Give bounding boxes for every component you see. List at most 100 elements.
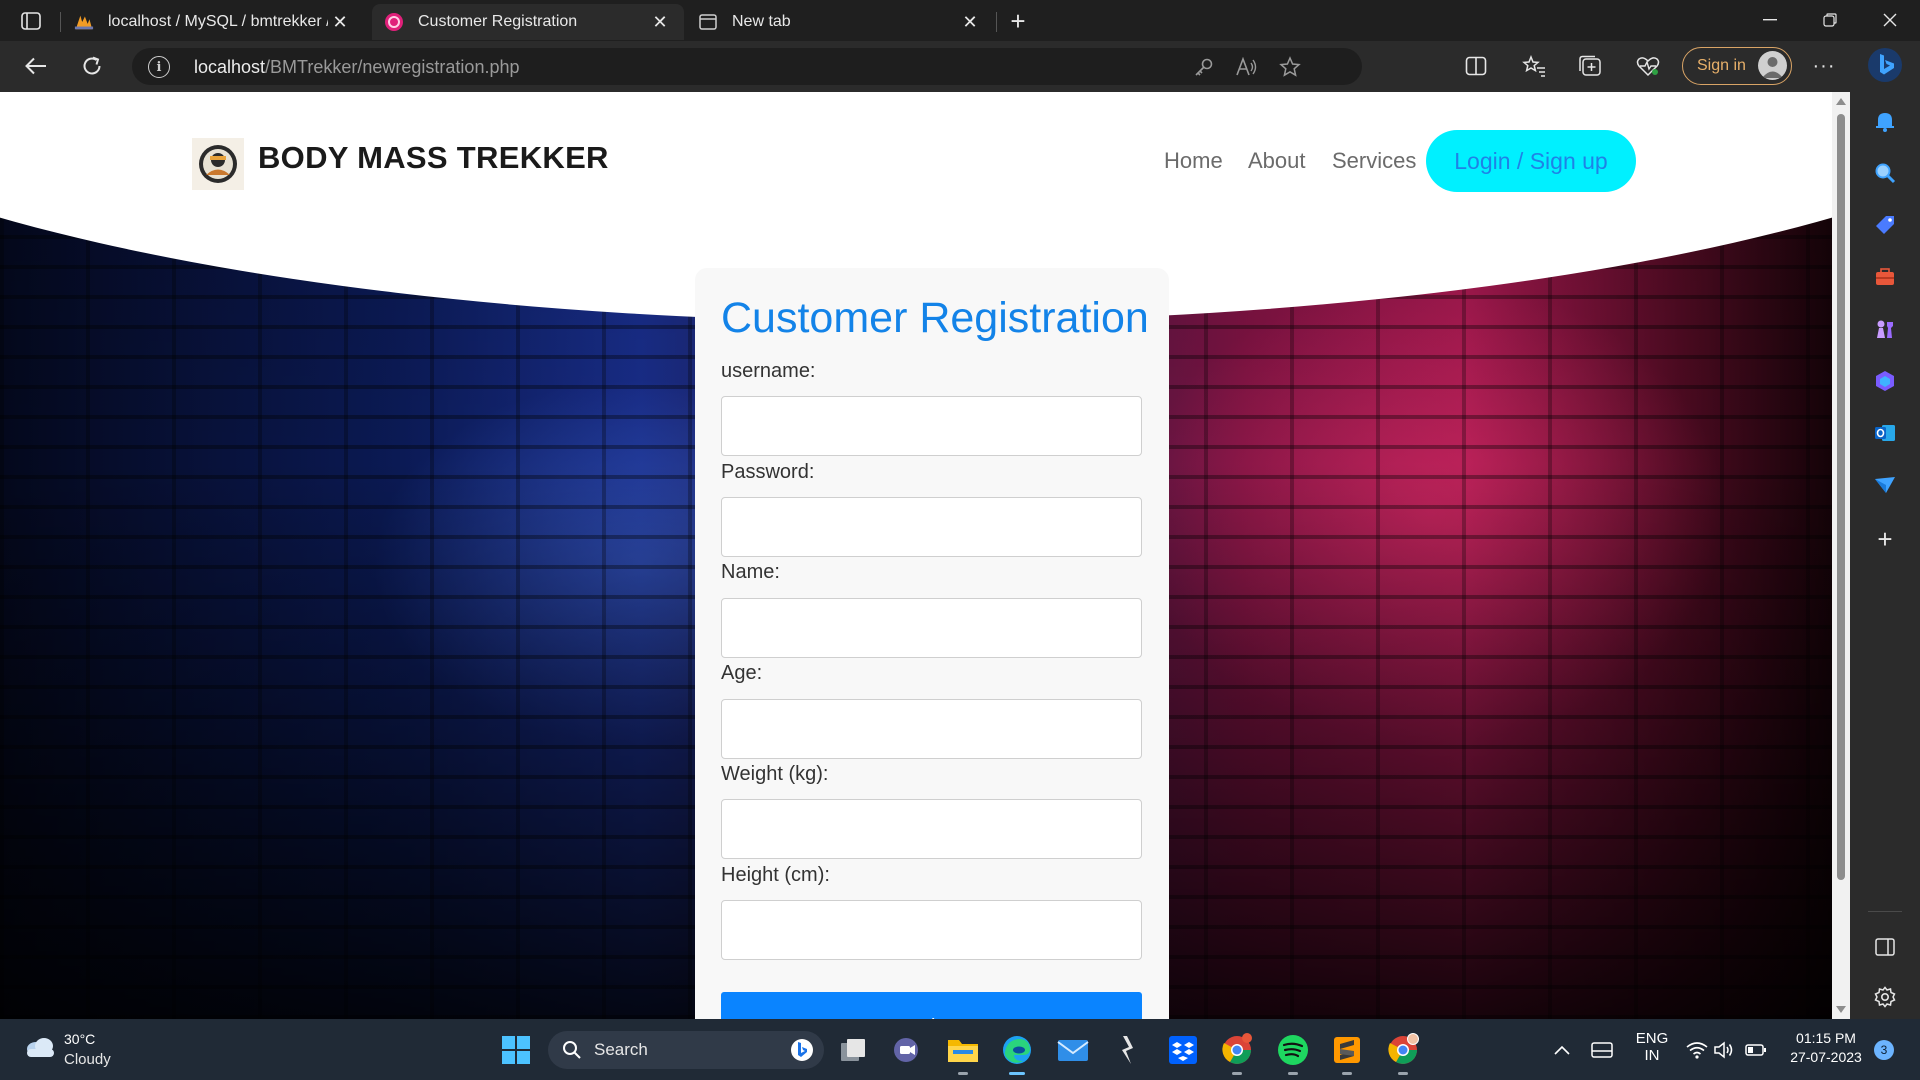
region-code: IN (1644, 1047, 1660, 1064)
back-arrow-icon[interactable] (18, 49, 54, 83)
drop-send-icon[interactable] (1867, 467, 1903, 503)
close-icon[interactable]: ✕ (648, 10, 672, 34)
battery-icon[interactable] (1744, 1038, 1768, 1062)
name-input[interactable] (721, 598, 1142, 658)
dropbox-icon[interactable] (1164, 1031, 1202, 1069)
password-input[interactable] (721, 497, 1142, 557)
url-text[interactable]: localhost/BMTrekker/newregistration.php (194, 57, 519, 78)
microsoft-365-icon[interactable] (1867, 363, 1903, 399)
tab-new-tab[interactable]: New tab ✕ (686, 4, 994, 40)
volume-icon[interactable] (1712, 1038, 1736, 1062)
bing-copilot-icon[interactable] (1867, 47, 1903, 83)
new-tab-page-icon (698, 12, 718, 32)
scroll-down-arrow-icon[interactable] (1836, 1006, 1846, 1013)
close-icon[interactable]: ✕ (328, 10, 352, 34)
url-host: localhost (194, 57, 266, 77)
notifications-bell-icon[interactable] (1867, 103, 1903, 139)
tab-label: localhost / MySQL / bmtrekker / (108, 13, 328, 30)
shopping-tag-icon[interactable] (1867, 207, 1903, 243)
teams-chat-icon[interactable] (888, 1031, 926, 1069)
collections-icon[interactable] (1572, 49, 1608, 83)
height-input[interactable] (721, 900, 1142, 960)
browser-essentials-icon[interactable] (1630, 49, 1666, 83)
url-path: /BMTrekker/newregistration.php (265, 57, 520, 77)
scroll-up-arrow-icon[interactable] (1836, 98, 1846, 105)
running-indicator (1342, 1072, 1352, 1075)
add-sidebar-app-plus-icon[interactable]: + (1867, 521, 1903, 557)
name-label: Name: (721, 561, 780, 583)
edge-browser-icon[interactable] (998, 1031, 1036, 1075)
edge-sidebar: + (1850, 41, 1920, 1019)
mail-icon[interactable] (1054, 1031, 1092, 1069)
task-view-icon[interactable] (834, 1031, 872, 1069)
weight-label: Weight (kg): (721, 763, 829, 785)
lightning-app-icon[interactable] (1108, 1031, 1146, 1069)
tab-separator (60, 12, 61, 32)
system-clock[interactable]: 01:15 PM 27-07-2023 (1780, 1030, 1872, 1065)
hide-sidebar-icon[interactable] (1867, 929, 1903, 965)
nav-about-link[interactable]: About (1248, 148, 1306, 174)
close-icon[interactable]: ✕ (958, 10, 982, 34)
username-label: username: (721, 360, 816, 382)
window-close-icon[interactable] (1860, 0, 1920, 40)
weather-temperature[interactable]: 30°C (64, 1031, 95, 1047)
tab-customer-registration[interactable]: Customer Registration ✕ (372, 4, 684, 40)
touch-keyboard-icon[interactable] (1590, 1038, 1614, 1062)
wifi-icon[interactable] (1685, 1038, 1709, 1062)
tab-strip: localhost / MySQL / bmtrekker / ✕ Custom… (0, 0, 1920, 41)
sign-in-label: Sign in (1697, 57, 1746, 74)
site-logo[interactable] (192, 138, 244, 190)
tools-briefcase-icon[interactable] (1867, 259, 1903, 295)
nav-services-link[interactable]: Services (1332, 148, 1416, 174)
weight-input[interactable] (721, 799, 1142, 859)
tab-separator (996, 12, 997, 32)
split-screen-icon[interactable] (1458, 49, 1494, 83)
chrome-profile-icon[interactable] (1384, 1031, 1422, 1075)
nav-home-link[interactable]: Home (1164, 148, 1223, 174)
registration-form-card: Customer Registration username: Password… (695, 268, 1169, 1019)
read-aloud-icon[interactable] (1234, 55, 1258, 79)
page-scrollbar[interactable] (1832, 92, 1850, 1019)
show-hidden-icons-chevron-icon[interactable] (1550, 1038, 1574, 1062)
key-icon[interactable] (1192, 55, 1216, 79)
notification-count-badge[interactable]: 3 (1874, 1040, 1894, 1060)
language-indicator[interactable]: ENG IN (1634, 1030, 1670, 1064)
cloudy-weather-icon[interactable] (22, 1033, 58, 1063)
favorite-star-icon[interactable] (1278, 55, 1302, 79)
site-info-icon[interactable]: i (148, 56, 170, 78)
age-input[interactable] (721, 699, 1142, 759)
site-favicon-icon (384, 12, 404, 32)
register-button[interactable]: Register (721, 992, 1142, 1019)
outlook-icon[interactable] (1867, 415, 1903, 451)
active-window-indicator (1009, 1072, 1025, 1075)
search-sidebar-icon[interactable] (1867, 155, 1903, 191)
restore-icon[interactable] (1800, 0, 1860, 40)
height-label: Height (cm): (721, 864, 830, 886)
windows-start-icon[interactable] (497, 1031, 535, 1069)
minimize-icon[interactable] (1740, 0, 1800, 40)
tab-phpmyadmin[interactable]: localhost / MySQL / bmtrekker / ✕ (62, 4, 364, 40)
file-explorer-icon[interactable] (944, 1031, 982, 1075)
games-chess-icon[interactable] (1867, 311, 1903, 347)
sublime-text-icon[interactable] (1328, 1031, 1366, 1075)
taskbar-search-box[interactable]: Search (548, 1031, 824, 1069)
refresh-icon[interactable] (74, 49, 110, 83)
weather-description[interactable]: Cloudy (64, 1051, 111, 1068)
username-input[interactable] (721, 396, 1142, 456)
chrome-icon[interactable] (1218, 1031, 1256, 1075)
address-bar[interactable]: i localhost/BMTrekker/newregistration.ph… (132, 48, 1362, 85)
windows-taskbar: 30°C Cloudy Search ENG IN 01:15 PM 27-07… (0, 1019, 1920, 1080)
scrollbar-thumb[interactable] (1837, 114, 1845, 880)
favorites-icon[interactable] (1516, 49, 1552, 83)
new-tab-plus-icon[interactable]: + (1002, 6, 1034, 36)
language-code: ENG (1635, 1030, 1669, 1047)
tab-actions-icon[interactable] (14, 8, 48, 34)
settings-gear-icon[interactable] (1867, 979, 1903, 1015)
page-viewport: BODY MASS TREKKER Home About Services Lo… (0, 92, 1832, 1019)
sign-in-button[interactable]: Sign in (1682, 47, 1792, 85)
site-brand-name[interactable]: BODY MASS TREKKER (258, 140, 609, 176)
spotify-icon[interactable] (1274, 1031, 1312, 1075)
password-label: Password: (721, 461, 815, 483)
login-signup-button[interactable]: Login / Sign up (1426, 130, 1636, 192)
more-options-icon[interactable]: ··· (1806, 49, 1842, 83)
